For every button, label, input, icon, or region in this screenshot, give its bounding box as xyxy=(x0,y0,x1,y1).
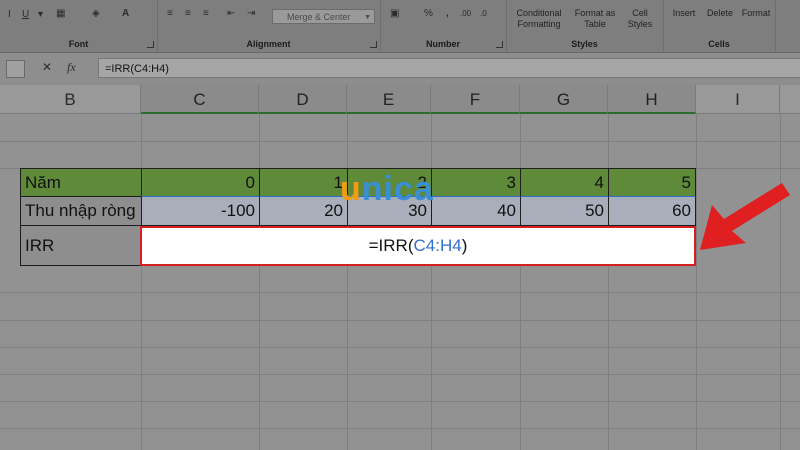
underline-icon[interactable]: U xyxy=(22,9,29,21)
gridline xyxy=(0,292,800,293)
gridline xyxy=(141,114,142,450)
merge-center-label: Merge & Center xyxy=(287,12,351,22)
chevron-down-icon: ▼ xyxy=(364,14,371,21)
column-header-c[interactable]: C xyxy=(141,85,259,114)
align-right-icon[interactable]: ≡ xyxy=(203,8,209,20)
income-label-cell[interactable]: Thu nhập ròng xyxy=(20,196,142,226)
column-header-e[interactable]: E xyxy=(347,85,431,114)
gridline xyxy=(259,114,260,450)
cell-styles-button[interactable]: Cell Styles xyxy=(620,8,660,30)
fill-color-icon[interactable]: ◈ xyxy=(92,8,100,20)
percent-icon[interactable]: % xyxy=(424,8,433,20)
watermark-first-letter: u xyxy=(340,170,362,208)
number-group: ▣ % , .00 .0 Number xyxy=(380,0,507,52)
increase-decimal-icon[interactable]: .00 xyxy=(460,8,471,20)
column-header-g[interactable]: G xyxy=(520,85,608,114)
number-group-label: Number xyxy=(425,39,460,49)
align-center-icon[interactable]: ≡ xyxy=(185,8,191,20)
irr-formula-reference: C4:H4 xyxy=(413,236,462,255)
income-cell[interactable]: 40 xyxy=(431,196,521,226)
gridline xyxy=(780,114,781,450)
decrease-decimal-icon[interactable]: .0 xyxy=(480,8,487,20)
styles-group-label: Styles xyxy=(571,39,598,49)
accounting-icon[interactable]: ▣ xyxy=(390,8,399,20)
unica-watermark: unica xyxy=(340,170,434,209)
ribbon: I U ▾ ▦ ◈ A Font ≡ ≡ ≡ ⇤ ⇥ Alignment Mer… xyxy=(0,0,800,53)
irr-label-cell[interactable]: IRR xyxy=(20,225,142,266)
column-header-b[interactable]: B xyxy=(0,85,141,114)
irr-formula-suffix: ) xyxy=(461,236,468,255)
insert-button[interactable]: Insert xyxy=(665,8,703,19)
font-launcher-icon[interactable] xyxy=(147,41,154,48)
income-cell[interactable]: 20 xyxy=(259,196,348,226)
merge-center-button[interactable]: Merge & Center ▼ xyxy=(272,9,375,24)
name-box[interactable] xyxy=(6,60,25,78)
dropdown-icon[interactable]: ▾ xyxy=(38,9,43,21)
year-cell[interactable]: 4 xyxy=(520,168,609,197)
gridline xyxy=(0,320,800,321)
alignment-group-label: Alignment xyxy=(246,39,291,49)
comma-style-icon[interactable]: , xyxy=(446,8,449,20)
year-cell[interactable]: 1 xyxy=(259,168,348,197)
gridline xyxy=(0,401,800,402)
alignment-group: ≡ ≡ ≡ ⇤ ⇥ Alignment xyxy=(157,0,381,52)
column-header-j[interactable] xyxy=(780,85,800,114)
year-label-cell[interactable]: Năm xyxy=(20,168,142,197)
year-cell[interactable]: 0 xyxy=(141,168,260,197)
gridline xyxy=(347,114,348,450)
font-color-icon[interactable]: A xyxy=(122,8,129,20)
gridline xyxy=(0,374,800,375)
column-header-i[interactable]: I xyxy=(696,85,780,114)
font-group: I U ▾ ▦ ◈ A Font xyxy=(0,0,158,52)
formula-input[interactable]: =IRR(C4:H4) xyxy=(98,58,800,78)
column-header-f[interactable]: F xyxy=(431,85,520,114)
column-header-h[interactable]: H xyxy=(608,85,696,114)
watermark-rest: nica xyxy=(361,170,434,208)
irr-formula-prefix: =IRR( xyxy=(368,236,414,255)
gridline xyxy=(0,141,800,142)
income-cell[interactable]: 60 xyxy=(608,196,696,226)
income-cell[interactable]: -100 xyxy=(141,196,260,226)
gridline xyxy=(520,114,521,450)
function-icon[interactable]: fx xyxy=(67,60,76,75)
cells-group: Insert Delete Format Cells xyxy=(663,0,776,52)
gridline xyxy=(431,114,432,450)
decrease-indent-icon[interactable]: ⇤ xyxy=(227,8,235,20)
styles-group: Conditional Formatting Format as Table C… xyxy=(506,0,664,52)
increase-indent-icon[interactable]: ⇥ xyxy=(247,8,255,20)
format-as-table-button[interactable]: Format as Table xyxy=(570,8,620,30)
number-launcher-icon[interactable] xyxy=(496,41,503,48)
gridline xyxy=(696,114,697,450)
format-button[interactable]: Format xyxy=(737,8,775,19)
irr-formula-cell[interactable]: =IRR(C4:H4) xyxy=(140,226,696,266)
delete-button[interactable]: Delete xyxy=(701,8,739,19)
worksheet-grid[interactable] xyxy=(0,114,800,450)
red-arrow-icon xyxy=(700,183,790,250)
column-header-d[interactable]: D xyxy=(259,85,347,114)
year-cell[interactable]: 5 xyxy=(608,168,696,197)
gridline xyxy=(0,428,800,429)
gridline xyxy=(608,114,609,450)
income-cell[interactable]: 50 xyxy=(520,196,609,226)
font-group-label: Font xyxy=(68,39,89,49)
borders-icon[interactable]: ▦ xyxy=(56,8,65,20)
alignment-launcher-icon[interactable] xyxy=(370,41,377,48)
conditional-formatting-button[interactable]: Conditional Formatting xyxy=(510,8,568,30)
align-left-icon[interactable]: ≡ xyxy=(167,8,173,20)
gridline xyxy=(0,347,800,348)
cells-group-label: Cells xyxy=(708,39,730,49)
cancel-icon[interactable]: ✕ xyxy=(42,60,52,74)
italic-icon[interactable]: I xyxy=(8,9,11,21)
year-cell[interactable]: 3 xyxy=(431,168,521,197)
